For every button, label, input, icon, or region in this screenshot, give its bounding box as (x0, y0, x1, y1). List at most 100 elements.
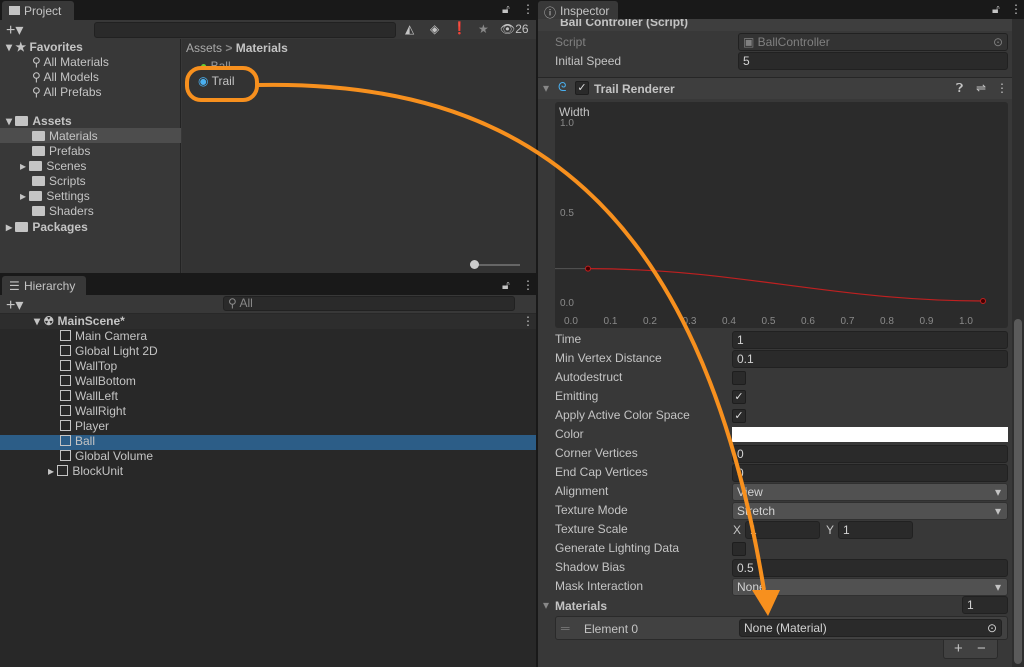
folder-settings[interactable]: ▸ Settings (20, 189, 90, 204)
hierarchy-item[interactable]: WallLeft (60, 389, 118, 404)
scene-menu-icon[interactable]: ⋮ (522, 314, 534, 328)
active_color_space-checkbox[interactable]: ✓ (732, 409, 746, 423)
hierarchy-item[interactable]: Main Camera (60, 329, 147, 344)
add-button[interactable]: +▾ (6, 20, 23, 40)
breadcrumb-assets[interactable]: Assets (186, 41, 222, 55)
materials-header[interactable]: ▾ Materials 1 (538, 595, 1012, 615)
drag-handle-icon[interactable]: ═ (561, 621, 570, 635)
folder-shaders[interactable]: Shaders (32, 204, 94, 219)
presets-icon[interactable]: ⇌ (976, 81, 986, 95)
scene-header[interactable]: ▾ ☢ MainScene* (34, 314, 125, 329)
object-picker-icon[interactable]: ⊙ (993, 34, 1003, 50)
object-picker-icon[interactable]: ⊙ (987, 620, 997, 636)
fav-all-models[interactable]: ⚲ All Models (32, 70, 99, 85)
curve-plot[interactable]: 1.0 0.5 0.0 0.0 0.1 0.2 0.3 0.4 0.5 0.6 0.7 0.8 0.9 1… (555, 102, 1008, 328)
slider-thumb[interactable] (470, 260, 479, 269)
file-trail[interactable]: ◉ Trail (198, 74, 235, 89)
script-label: Script (555, 35, 586, 49)
file-ball[interactable]: ● Ball (200, 59, 231, 69)
shadow_bias-input[interactable]: 0.5 (732, 559, 1008, 577)
hidden-count[interactable]: 👁︎26 (500, 22, 529, 36)
add-button[interactable]: +▾ (6, 295, 23, 315)
y-tick-label: 0.0 (560, 298, 574, 309)
expand-arrow[interactable]: ▸ (48, 464, 57, 478)
texture-scale-x[interactable]: 1 (745, 521, 820, 539)
add-element-button[interactable]: + (954, 640, 963, 657)
assets-folder[interactable]: ▾ Assets (6, 114, 72, 129)
component-title: Ball Controller (Script) (560, 19, 689, 29)
lock-icon[interactable]: 🔓︎ (992, 2, 1000, 17)
mask-dropdown[interactable]: None (732, 578, 1008, 596)
curve-key[interactable] (585, 265, 591, 272)
inspector-scrollbar[interactable] (1012, 19, 1024, 667)
hierarchy-item[interactable]: ▸ BlockUnit (48, 464, 123, 479)
alignment-dropdown[interactable]: View (732, 483, 1008, 501)
tab-project[interactable]: Project (2, 1, 74, 21)
label: All Models (43, 70, 99, 84)
fav-all-prefabs[interactable]: ⚲ All Prefabs (32, 85, 102, 100)
trail-renderer-header[interactable]: ▾ ᘓ ✓ Trail Renderer ❓︎ ⇌ ⋮ (538, 77, 1012, 99)
lock-icon[interactable]: 🔓︎ (502, 278, 510, 293)
foldout-arrow[interactable]: ▾ (543, 598, 549, 612)
hierarchy-item[interactable]: Global Light 2D (60, 344, 158, 359)
hierarchy-item[interactable]: WallBottom (60, 374, 136, 389)
favorites-header[interactable]: ▾ ★ Favorites (6, 40, 83, 55)
lighting-checkbox[interactable] (732, 542, 746, 556)
x-tick-label: 0.4 (722, 316, 736, 327)
color-swatch[interactable] (732, 427, 1008, 442)
label: Trail (211, 74, 235, 88)
endcap-input[interactable]: 0 (732, 464, 1008, 482)
list-buttons: + − (943, 640, 998, 659)
menu-icon[interactable]: ⋮ (522, 278, 534, 292)
menu-icon[interactable]: ⋮ (1010, 2, 1022, 16)
folder-prefabs[interactable]: Prefabs (32, 144, 90, 159)
curve-key[interactable] (980, 298, 986, 304)
x-tick-label: 0.5 (762, 316, 776, 327)
remove-element-button[interactable]: − (977, 640, 986, 657)
enabled-checkbox[interactable]: ✓ (575, 81, 589, 95)
label: MainScene* (57, 314, 125, 328)
tab-hierarchy[interactable]: ☰ Hierarchy (2, 276, 86, 296)
folder-icon (32, 206, 45, 216)
hierarchy-tree: ▾ ☢ MainScene* ⋮ Main Camera Global Light… (0, 313, 536, 667)
script-field[interactable]: ▣ BallController ⊙ (738, 33, 1008, 51)
scrollbar-thumb[interactable] (1014, 319, 1022, 664)
breadcrumb-materials[interactable]: Materials (236, 41, 288, 55)
materials-count-input[interactable]: 1 (962, 596, 1008, 614)
hierarchy-search-input[interactable]: ⚲ All (223, 296, 515, 311)
zoom-slider[interactable] (470, 260, 520, 269)
label-icon[interactable]: ◈ (430, 22, 439, 36)
hierarchy-item[interactable]: Player (60, 419, 109, 434)
star-icon[interactable]: ★ (478, 22, 489, 36)
ball-controller-header[interactable]: Ball Controller (Script) (538, 19, 1012, 31)
texture-scale-y[interactable]: 1 (838, 521, 913, 539)
hierarchy-item[interactable]: WallRight (60, 404, 126, 419)
fav-all-materials[interactable]: ⚲ All Materials (32, 55, 109, 70)
warning-icon[interactable]: ❗ (452, 21, 467, 35)
packages-folder[interactable]: ▸ Packages (6, 220, 88, 235)
material-field[interactable]: None (Material) ⊙ (739, 619, 1002, 637)
min_vertex-input[interactable]: 0.1 (732, 350, 1008, 368)
filter-type-icon[interactable]: ◭ (405, 22, 414, 36)
menu-icon[interactable]: ⋮ (522, 2, 534, 16)
texture_mode-dropdown[interactable]: Stretch (732, 502, 1008, 520)
help-icon[interactable]: ❓︎ (956, 81, 963, 96)
corner-input[interactable]: 0 (732, 445, 1008, 463)
autodestruct-checkbox[interactable] (732, 371, 746, 385)
folder-scenes[interactable]: ▸ Scenes (20, 159, 86, 174)
initial-speed-input[interactable]: 5 (738, 52, 1008, 70)
foldout-arrow[interactable]: ▾ (543, 81, 549, 95)
emitting-checkbox[interactable]: ✓ (732, 390, 746, 404)
label: Global Volume (75, 449, 154, 463)
folder-scripts[interactable]: Scripts (32, 174, 86, 189)
lock-icon[interactable]: 🔓︎ (502, 2, 510, 17)
hierarchy-item[interactable]: Global Volume (60, 449, 153, 464)
time-input[interactable]: 1 (732, 331, 1008, 349)
component-menu-icon[interactable]: ⋮ (996, 81, 1008, 95)
hierarchy-item[interactable]: WallTop (60, 359, 117, 374)
width-curve-editor[interactable]: Width 1.0 0.5 0.0 0.0 0.1 0.2 0.3 0.4 0.5 0.6 0.7 0… (555, 102, 1008, 328)
project-search-input[interactable] (94, 22, 396, 38)
hierarchy-item[interactable]: Ball (60, 434, 95, 449)
tab-inspector[interactable]: ⓘ Inspector (538, 1, 618, 21)
folder-materials[interactable]: Materials (32, 129, 98, 144)
